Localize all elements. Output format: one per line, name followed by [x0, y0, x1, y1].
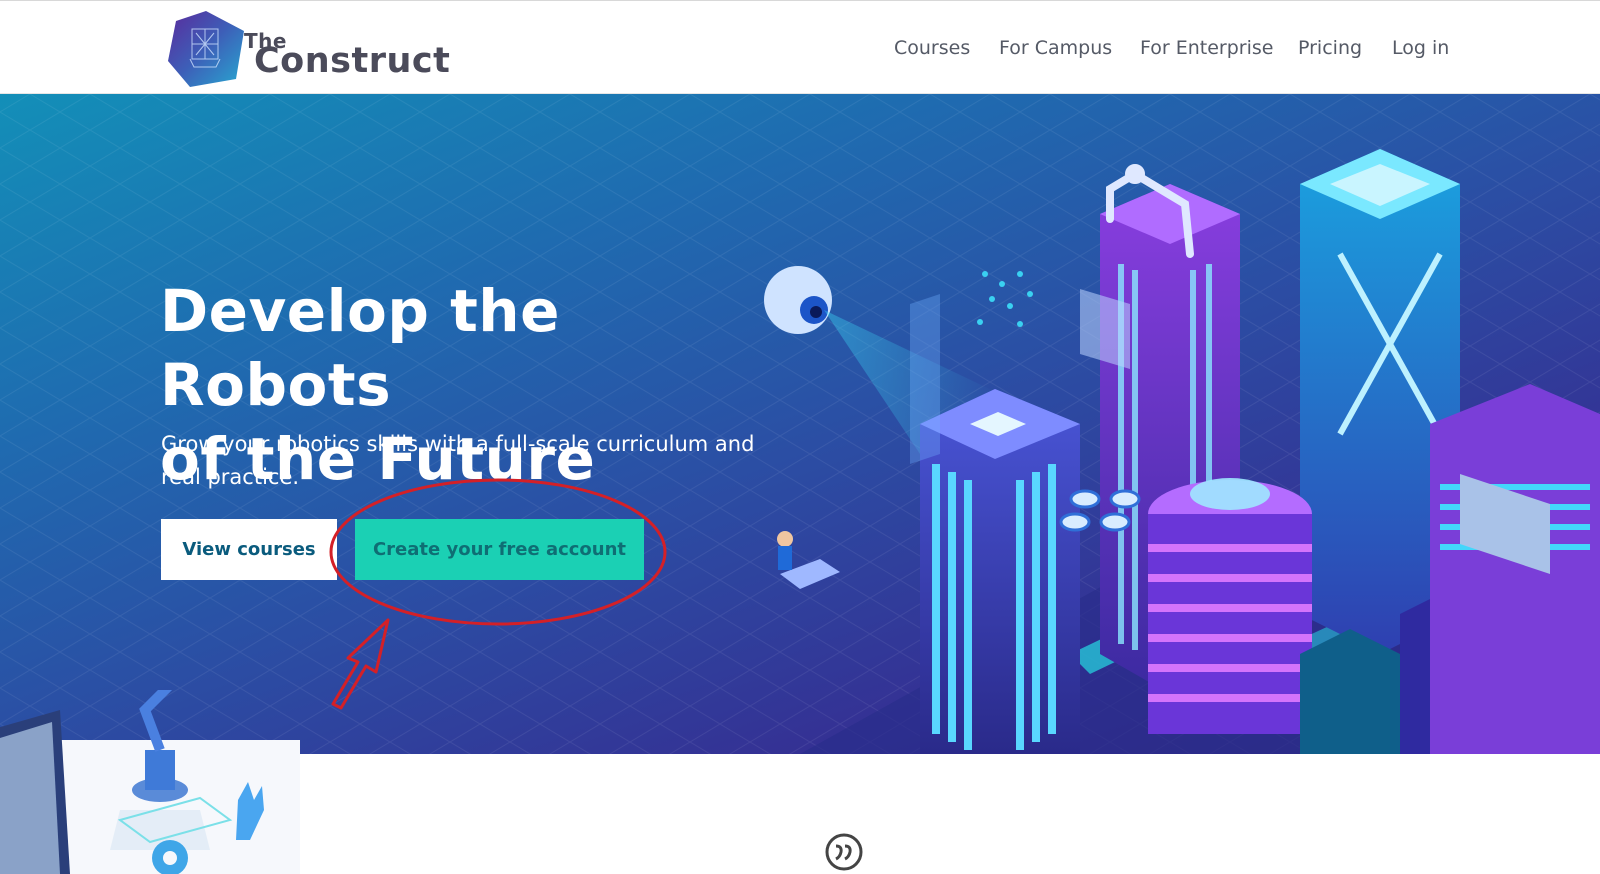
nav-pricing[interactable]: Pricing: [1298, 37, 1362, 59]
hero-title-line-1: Develop the Robots: [160, 277, 560, 419]
nav-courses[interactable]: Courses: [894, 37, 970, 59]
hero-section: Develop the Robots of the Future Grow yo…: [0, 94, 1600, 754]
robot-workshop-illustration: [0, 690, 300, 874]
isometric-city-illustration: [764, 149, 1600, 754]
nav-for-campus[interactable]: For Campus: [999, 37, 1112, 59]
site-logo[interactable]: The Construct: [166, 9, 450, 89]
site-header: The Construct Courses For Campus For Ent…: [0, 0, 1600, 94]
logo-text-construct: Construct: [254, 41, 451, 81]
hero-subtitle: Grow your robotics skills with a full-sc…: [161, 432, 755, 489]
create-account-button[interactable]: Create your free account: [355, 519, 644, 580]
view-courses-button[interactable]: View courses: [161, 519, 337, 580]
nav-for-enterprise[interactable]: For Enterprise: [1140, 37, 1273, 59]
nav-log-in[interactable]: Log in: [1392, 37, 1449, 59]
logo-cube-icon: [168, 11, 244, 87]
quote-icon: [825, 833, 863, 871]
